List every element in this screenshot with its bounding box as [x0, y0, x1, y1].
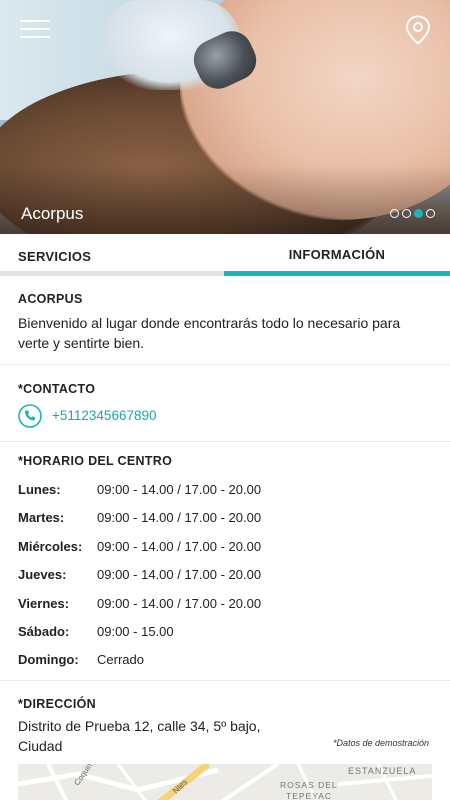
carousel-dot[interactable] [390, 209, 399, 218]
schedule-day: Domingo: [18, 652, 79, 667]
demo-note: *Datos de demostración [333, 738, 430, 748]
map-pin-icon[interactable] [405, 15, 431, 45]
map-preview[interactable]: Coquimbo ESTANZUELA ROSAS DEL TEPEYAC Nt… [18, 764, 432, 800]
schedule-hours: 09:00 - 15.00 [97, 624, 174, 639]
address-line1: Distrito de Prueba 12, calle 34, 5º bajo… [18, 718, 261, 734]
phone-link[interactable]: +5112345667890 [52, 408, 157, 423]
tab-bar: SERVICIOS INFORMACIÓN [0, 234, 450, 276]
schedule-day: Jueves: [18, 567, 67, 582]
hero-title: Acorpus [21, 204, 84, 223]
tab-servicios[interactable]: SERVICIOS [0, 234, 224, 276]
schedule-day: Miércoles: [18, 539, 83, 554]
schedule-hours: 09:00 - 14.00 / 17.00 - 20.00 [97, 482, 262, 497]
about-title: ACORPUS [18, 292, 83, 306]
carousel-indicator[interactable] [390, 209, 435, 218]
map-label: ESTANZUELA [348, 766, 416, 776]
contact-title: *CONTACTO [18, 382, 96, 396]
schedule-hours: 09:00 - 14.00 / 17.00 - 20.00 [97, 510, 262, 525]
schedule-day: Martes: [18, 510, 65, 525]
map-label: TEPEYAC [286, 791, 332, 800]
map-label: ROSAS DEL [280, 780, 338, 790]
divider [0, 680, 450, 681]
phone-icon[interactable] [18, 404, 42, 428]
schedule-day: Lunes: [18, 482, 61, 497]
carousel-dot-active[interactable] [414, 209, 423, 218]
schedule-day: Viernes: [18, 596, 70, 611]
about-text-line1: Bienvenido al lugar donde encontrarás to… [18, 315, 401, 331]
carousel-dot[interactable] [426, 209, 435, 218]
divider [0, 364, 450, 365]
address-title: *DIRECCIÓN [18, 697, 97, 711]
about-text-line2: verte y sentirte bien. [18, 335, 145, 351]
carousel-dot[interactable] [402, 209, 411, 218]
address-line2: Ciudad [18, 738, 63, 754]
hero-banner [0, 0, 450, 234]
schedule-title: *HORARIO DEL CENTRO [18, 454, 173, 468]
schedule-hours: 09:00 - 14.00 / 17.00 - 20.00 [97, 596, 262, 611]
schedule-hours: 09:00 - 14.00 / 17.00 - 20.00 [97, 567, 262, 582]
tab-informacion[interactable]: INFORMACIÓN [224, 234, 450, 276]
schedule-day: Sábado: [18, 624, 70, 639]
schedule-hours: Cerrado [97, 652, 144, 667]
schedule-hours: 09:00 - 14.00 / 17.00 - 20.00 [97, 539, 262, 554]
divider [0, 441, 450, 442]
menu-icon[interactable] [20, 18, 50, 40]
